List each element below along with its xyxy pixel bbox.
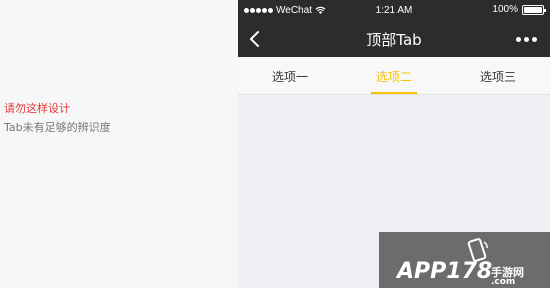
tab-label: 选项二 bbox=[375, 70, 412, 84]
watermark-domain: .com bbox=[491, 277, 516, 287]
nav-bar: 顶部Tab bbox=[238, 21, 550, 57]
description-text: Tab未有足够的辨识度 bbox=[4, 121, 111, 134]
tab-option-2[interactable]: 选项二 bbox=[342, 57, 446, 94]
battery-percent: 100% bbox=[492, 4, 518, 15]
watermark-logo: APP178 手游网 .com bbox=[379, 232, 550, 288]
tab-option-1[interactable]: 选项一 bbox=[238, 57, 342, 94]
status-right: 100% bbox=[492, 4, 546, 15]
tab-bar: 选项一 选项二 选项三 bbox=[238, 57, 550, 95]
tab-label: 选项一 bbox=[271, 70, 308, 84]
page-title: 顶部Tab bbox=[366, 31, 422, 49]
watermark-brand: APP178 bbox=[397, 259, 493, 284]
status-bar: WeChat 1:21 AM 100% bbox=[238, 0, 550, 21]
battery-icon bbox=[522, 4, 546, 15]
design-annotation: 请勿这样设计 Tab未有足够的辨识度 bbox=[4, 101, 111, 135]
more-dots-icon[interactable] bbox=[516, 33, 538, 45]
tab-option-3[interactable]: 选项三 bbox=[446, 57, 550, 94]
tab-label: 选项三 bbox=[479, 70, 516, 84]
warning-text: 请勿这样设计 bbox=[4, 102, 70, 115]
